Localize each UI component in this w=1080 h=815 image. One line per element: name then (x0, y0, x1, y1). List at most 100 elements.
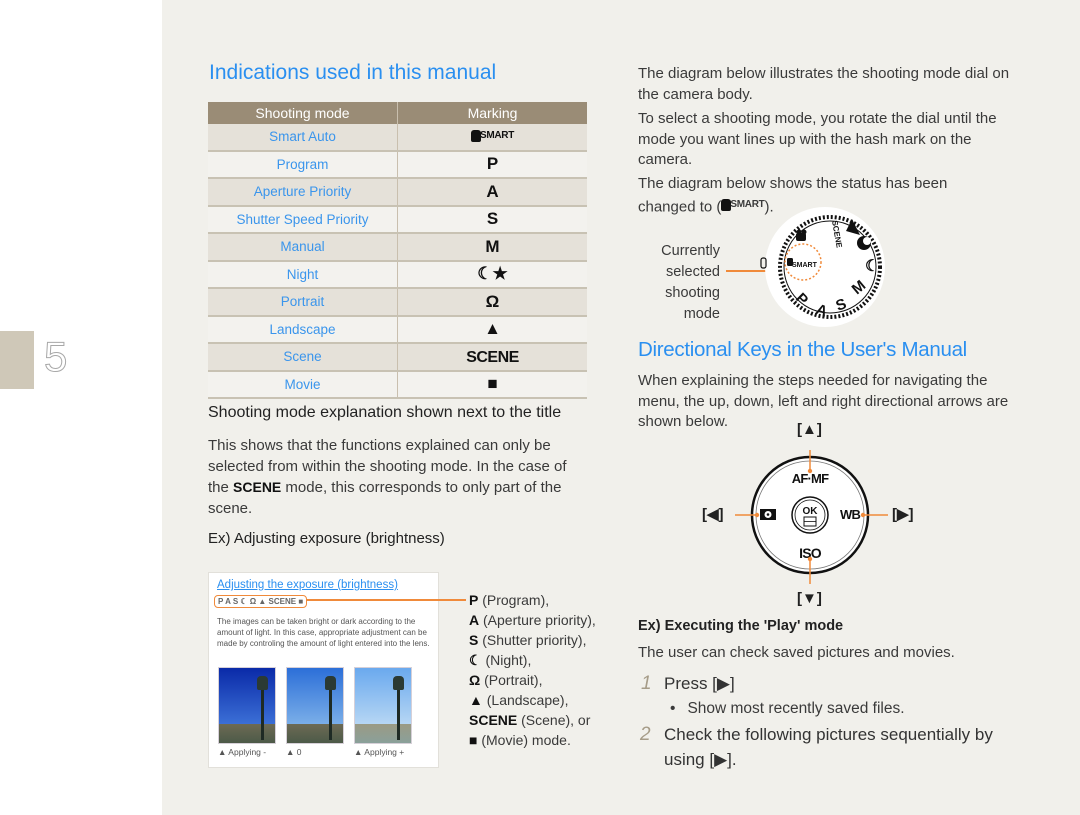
mode-marking: SCENE (397, 343, 587, 372)
play-heading: Ex) Executing the 'Play' mode (638, 618, 844, 634)
mode-marking: S (397, 205, 587, 234)
mode-name: Shutter Speed Priority (208, 205, 398, 234)
step-1-number: 1 (641, 673, 652, 694)
shutter-icon: S (486, 209, 499, 229)
dpad-graphic: OK AF·MF ISO WB (735, 450, 888, 584)
movie-icon: ■ (487, 374, 498, 394)
mode-dial: SMART SCENE ☾ M S A P (760, 205, 890, 330)
chapter-number: 5 (43, 333, 68, 380)
landscape-icon: ▲ (484, 319, 501, 339)
example-heading: Ex) Adjusting exposure (brightness) (208, 530, 445, 547)
mode-label: (Movie) mode. (477, 732, 571, 748)
mode-symbol-icon: SCENE (469, 712, 518, 728)
svg-text:OK: OK (803, 506, 819, 517)
mode-name: Program (208, 150, 398, 179)
shooting-mode-table: Shooting mode Marking Smart Auto SMART Pro… (208, 102, 587, 399)
mode-name: Smart Auto (208, 124, 398, 152)
table-row: Smart Auto SMART (208, 124, 587, 152)
table-row: Portrait Ω (208, 288, 587, 317)
bullet-text: Show most recently saved files. (687, 700, 905, 717)
step-2-text: Check the following pictures sequentiall… (664, 725, 993, 769)
mode-symbol-icon: ▲ (469, 692, 483, 708)
caption-zero: ▲ 0 (286, 747, 302, 757)
left-margin (0, 0, 162, 815)
explanation-heading: Shooting mode explanation shown next to … (208, 404, 562, 421)
chapter-tab (0, 331, 34, 389)
mode-symbol-icon: ☾ (469, 652, 482, 668)
table-row: Night ☾★ (208, 260, 587, 289)
mode-symbol-icon: Ω (469, 672, 481, 688)
mode-list: P (Program), A (Aperture priority), S (Shu… (469, 590, 604, 750)
portrait-icon: Ω (485, 291, 500, 311)
mode-list-item: P (Program), (469, 590, 604, 610)
mode-icons-strip: P A S ☾ Ω ▲ SCENE ■ (214, 595, 308, 608)
key-up: [▲] (797, 421, 822, 438)
mode-list-item: A (Aperture priority), (469, 610, 604, 630)
caption-applying-minus: ▲ Applying - (218, 747, 267, 757)
smart-auto-icon: SMART (721, 195, 765, 216)
smart-auto-icon: SMART (470, 129, 514, 142)
mode-label: (Shutter priority), (478, 632, 587, 648)
mode-label: (Scene), or (517, 712, 591, 728)
photo-thumb-bright (354, 667, 412, 744)
mode-dial-graphic: SMART SCENE ☾ M S A P (760, 207, 885, 327)
directional-pad: OK AF·MF ISO WB [▲] [▼] [◀] [▶] (695, 418, 925, 618)
scene-icon: SCENE (466, 348, 519, 366)
explanation-text: This shows that the functions explained … (208, 436, 578, 519)
night-icon: ☾★ (477, 264, 508, 284)
mode-label: (Program), (478, 592, 550, 608)
manual-icon: M (485, 236, 500, 256)
mode-name: Scene (208, 343, 398, 372)
mode-list-item: SCENE (Scene), or (469, 710, 604, 730)
mode-marking: P (397, 150, 587, 179)
table-row: Manual M (208, 233, 587, 262)
mode-symbol-icon: A (469, 612, 480, 628)
mode-list-item: Ω (Portrait), (469, 670, 604, 690)
mode-label: (Night), (481, 652, 532, 668)
table-row: Shutter Speed Priority S (208, 205, 587, 234)
mode-label: (Landscape), (482, 692, 569, 708)
table-row: Landscape ▲ (208, 315, 587, 344)
mode-marking: SMART (397, 124, 587, 152)
mode-marking: Ω (397, 288, 587, 317)
bullet-item: • Show most recently saved files. (670, 700, 905, 717)
dial-intro: The diagram below illustrates the shooti… (638, 65, 1010, 103)
mode-name: Portrait (208, 288, 398, 317)
program-icon: P (486, 154, 499, 174)
mode-label: (Portrait), (480, 672, 543, 688)
leader-line (306, 599, 466, 601)
scene-mark: SCENE (233, 479, 282, 495)
mode-marking: M (397, 233, 587, 262)
photo-thumb-normal (286, 667, 344, 744)
example-box-title[interactable]: Adjusting the exposure (brightness) (217, 579, 398, 591)
callout-currently-selected: Currently selected shooting mode (661, 243, 720, 322)
example-box: Adjusting the exposure (brightness) P A … (208, 572, 439, 768)
mode-name: Aperture Priority (208, 178, 398, 207)
svg-text:WB: WB (840, 507, 860, 522)
mode-marking: ■ (397, 370, 587, 399)
mode-list-item: ■ (Movie) mode. (469, 730, 604, 750)
header-marking: Marking (397, 102, 587, 124)
table-row: Scene SCENE (208, 343, 587, 372)
mode-list-item: ▲ (Landscape), (469, 690, 604, 710)
mode-marking: A (397, 178, 587, 207)
aperture-icon: A (486, 181, 499, 201)
mode-list-item: ☾ (Night), (469, 650, 604, 670)
mode-symbol-icon: P (469, 592, 479, 608)
mode-name: Manual (208, 233, 398, 262)
mode-name: Night (208, 260, 398, 289)
section-title-indications: Indications used in this manual (209, 61, 497, 84)
mode-name: Movie (208, 370, 398, 399)
svg-text:AF·MF: AF·MF (792, 471, 829, 486)
mode-list-item: S (Shutter priority), (469, 630, 604, 650)
mode-marking: ▲ (397, 315, 587, 344)
table-row: Movie ■ (208, 370, 587, 399)
example-box-text: The images can be taken bright or dark a… (217, 617, 430, 648)
dial-instruction: To select a shooting mode, you rotate th… (638, 110, 997, 168)
svg-text:☾: ☾ (865, 258, 879, 275)
table-row: Aperture Priority A (208, 178, 587, 207)
dial-smart-label: SMART (792, 262, 818, 269)
caption-applying-plus: ▲ Applying + (354, 747, 405, 757)
key-left: [◀] (702, 506, 724, 523)
key-down: [▼] (797, 590, 822, 607)
